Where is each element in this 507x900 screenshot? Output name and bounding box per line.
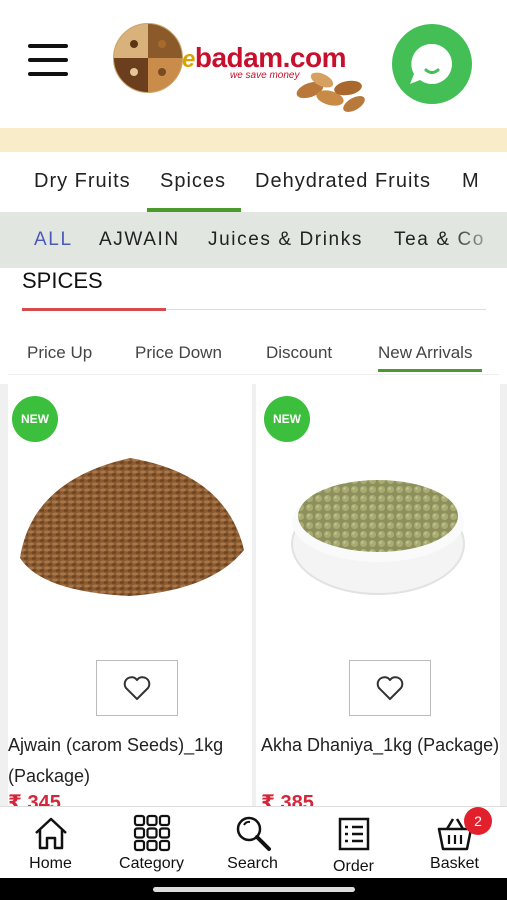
nav-label: Basket <box>430 855 479 872</box>
divider <box>8 374 499 375</box>
almonds-icon <box>296 72 365 112</box>
announcement-strip <box>0 128 507 152</box>
heart-icon <box>123 676 151 700</box>
system-nav-bar <box>0 878 507 900</box>
tab-spices[interactable]: Spices <box>160 170 226 193</box>
sort-new-arrivals[interactable]: New Arrivals <box>378 343 472 363</box>
subcategory-tabs: ALL AJWAIN Juices & Drinks Tea & Co <box>0 212 507 268</box>
chat-button[interactable] <box>392 24 472 104</box>
product-image <box>291 480 465 595</box>
app-header: ebadam.com we save money <box>0 0 507 128</box>
search-icon <box>236 816 271 851</box>
menu-icon[interactable] <box>28 44 70 78</box>
nav-search[interactable]: Search <box>202 807 303 879</box>
basket-count-badge: 2 <box>464 807 492 835</box>
product-card[interactable]: NEW Ajwain (carom Seeds)_1kg (Package) ₹… <box>8 384 252 806</box>
product-price: ₹ 385 <box>261 792 314 806</box>
product-card[interactable]: NEW Akha Dhaniya_1kg (Package) ₹ 385 <box>256 384 500 806</box>
brand-tagline: we save money <box>230 70 300 81</box>
nav-basket[interactable]: 2 Basket <box>404 807 505 879</box>
tab-dehydrated-fruits[interactable]: Dehydrated Fruits <box>255 170 431 193</box>
home-icon <box>34 817 67 850</box>
nuts-logo-icon <box>113 23 183 93</box>
product-name[interactable]: Ajwain (carom Seeds)_1kg (Package) <box>8 730 248 792</box>
section-title: SPICES <box>22 268 103 293</box>
divider <box>166 309 486 310</box>
nav-label: Search <box>227 855 278 872</box>
subtab-ajwain[interactable]: AJWAIN <box>99 229 180 251</box>
bottom-navigation: Home Category Search Order 2 Basket <box>0 806 507 878</box>
heart-icon <box>376 676 404 700</box>
tab-more[interactable]: M <box>462 170 480 193</box>
product-image <box>20 458 244 596</box>
order-icon <box>338 817 369 851</box>
nav-home[interactable]: Home <box>0 807 101 879</box>
sort-discount[interactable]: Discount <box>266 343 332 363</box>
nav-order[interactable]: Order <box>303 807 404 879</box>
wishlist-button[interactable] <box>96 660 178 716</box>
title-underline <box>22 308 166 311</box>
new-badge: NEW <box>264 396 310 442</box>
scroll-fade <box>447 212 507 268</box>
active-sort-indicator <box>378 369 482 372</box>
wishlist-button[interactable] <box>349 660 431 716</box>
sort-price-up[interactable]: Price Up <box>27 343 92 363</box>
new-badge: NEW <box>12 396 58 442</box>
nav-category[interactable]: Category <box>101 807 202 879</box>
tab-dry-fruits[interactable]: Dry Fruits <box>34 170 131 193</box>
sort-price-down[interactable]: Price Down <box>135 343 222 363</box>
chat-icon <box>410 43 452 84</box>
product-price: ₹ 345 <box>8 792 61 806</box>
product-grid: NEW Ajwain (carom Seeds)_1kg (Package) ₹… <box>0 384 507 806</box>
grid-icon <box>133 814 170 852</box>
nav-label: Home <box>29 855 72 872</box>
nav-label: Order <box>333 858 374 875</box>
home-gesture-handle[interactable] <box>153 887 355 892</box>
category-tabs: Dry Fruits Spices Dehydrated Fruits M <box>0 152 507 212</box>
brand-logo[interactable]: ebadam.com we save money <box>112 22 372 112</box>
subtab-all[interactable]: ALL <box>34 229 73 251</box>
subtab-juices-drinks[interactable]: Juices & Drinks <box>208 229 363 251</box>
product-name[interactable]: Akha Dhaniya_1kg (Package) <box>261 730 501 761</box>
nav-label: Category <box>119 855 184 872</box>
sort-tabs: Price Up Price Down Discount New Arrival… <box>0 330 507 375</box>
